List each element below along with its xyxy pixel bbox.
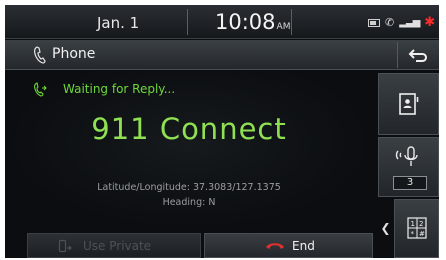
status-time-value: 10:08 [215, 10, 276, 34]
bluetooth-icon: ✱ [424, 15, 436, 30]
end-label: End [292, 239, 315, 253]
end-call-icon [266, 243, 284, 249]
private-handset-icon [58, 239, 72, 253]
call-status: Waiting for Reply... [63, 82, 176, 96]
status-date: Jan. 1 [97, 14, 140, 32]
status-divider [187, 9, 188, 35]
mic-volume-button[interactable]: 3 [378, 137, 439, 197]
call-name: 911 Connect [91, 112, 287, 146]
back-icon [408, 49, 428, 62]
phone-connected-icon: ✆ [385, 16, 395, 29]
title-bar: Phone [5, 40, 439, 70]
svg-text:*: * [411, 230, 415, 238]
status-ampm: AM [276, 22, 291, 32]
use-private-label: Use Private [83, 239, 152, 253]
end-call-button[interactable]: End [204, 233, 373, 258]
status-time: 10:08AM [215, 10, 290, 34]
contacts-icon [399, 93, 419, 115]
contacts-button[interactable] [378, 73, 439, 135]
phone-icon [34, 46, 46, 64]
back-button[interactable] [397, 42, 437, 68]
mic-level-value: 3 [393, 176, 427, 190]
call-panel: Waiting for Reply... 911 Connect Latitud… [5, 71, 373, 229]
phone-screen: Jan. 1 10:08AM ✆ ▂▃▅ ✱ Phone Waiting for… [5, 5, 439, 258]
expand-arrow-button[interactable]: ❮ [378, 199, 393, 258]
svg-text:2: 2 [419, 220, 423, 228]
page-title: Phone [52, 46, 96, 62]
mic-volume-icon [395, 146, 418, 166]
heading-text: Heading: N [162, 197, 216, 208]
status-divider [291, 9, 292, 35]
outgoing-call-icon [34, 82, 47, 97]
chevron-left-icon: ❮ [380, 221, 391, 235]
keypad-button[interactable]: 1 2 * # [394, 199, 439, 258]
coordinates-text: Latitude/Longitude: 37.3083/127.1375 [97, 182, 281, 193]
svg-text:1: 1 [411, 220, 415, 228]
keypad-icon: 1 2 * # [407, 217, 427, 239]
use-private-button[interactable]: Use Private [27, 233, 201, 258]
svg-text:#: # [419, 230, 425, 238]
battery-icon [368, 18, 380, 27]
status-icons: ✆ ▂▃▅ ✱ [368, 15, 435, 30]
status-bar: Jan. 1 10:08AM ✆ ▂▃▅ ✱ [5, 5, 439, 39]
signal-icon: ▂▃▅ [399, 17, 420, 28]
